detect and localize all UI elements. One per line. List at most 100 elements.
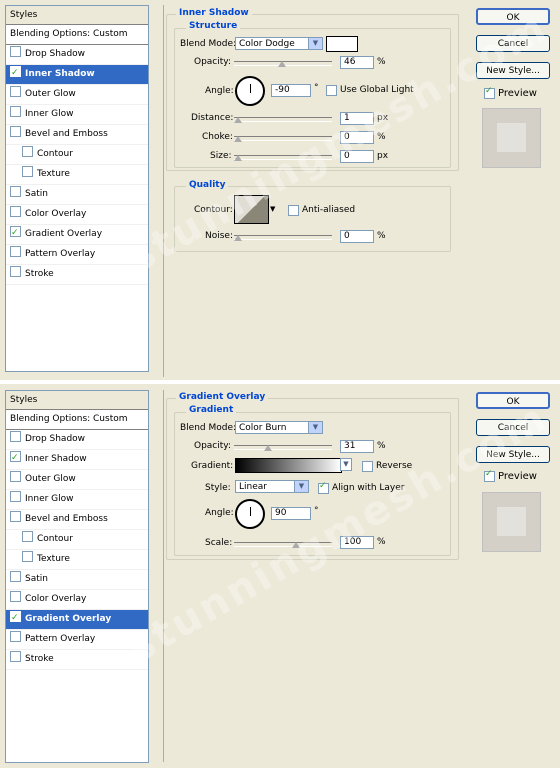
opacity-slider-thumb[interactable]	[278, 61, 286, 67]
size-field[interactable]: 0	[340, 150, 374, 163]
style-item-contour[interactable]: Contour	[6, 145, 148, 165]
style-item-stroke[interactable]: Stroke	[6, 265, 148, 285]
section-title: Gradient Overlay	[176, 392, 269, 402]
noise-slider-track[interactable]	[234, 235, 332, 240]
size-slider-thumb[interactable]	[234, 155, 242, 161]
style-item-gradient-overlay[interactable]: Gradient Overlay	[6, 224, 148, 245]
angle-field[interactable]: -90	[271, 84, 311, 97]
ok-button[interactable]: OK	[476, 392, 550, 409]
style-checkbox[interactable]	[10, 431, 21, 442]
style-checkbox[interactable]	[22, 146, 33, 157]
blend-mode-select[interactable]: Color Burn ▼	[235, 421, 323, 434]
style-checkbox[interactable]	[10, 571, 21, 582]
distance-field[interactable]: 1	[340, 112, 374, 125]
style-item-inner-shadow[interactable]: Inner Shadow	[6, 64, 148, 85]
style-checkbox[interactable]	[10, 106, 21, 117]
new-style-button[interactable]: New Style...	[476, 446, 550, 463]
contour-picker[interactable]	[234, 195, 269, 224]
angle-dial[interactable]	[235, 76, 265, 106]
style-checkbox[interactable]	[10, 186, 21, 197]
style-item-drop-shadow[interactable]: Drop Shadow	[6, 45, 148, 65]
chevron-down-icon[interactable]: ▼	[270, 205, 275, 213]
noise-slider-thumb[interactable]	[234, 235, 242, 241]
scale-slider-track[interactable]	[234, 542, 332, 547]
blending-options-item[interactable]: Blending Options: Custom	[6, 410, 148, 430]
shadow-color-swatch[interactable]	[326, 36, 358, 52]
style-checkbox[interactable]	[10, 86, 21, 97]
style-checkbox[interactable]	[10, 511, 21, 522]
style-item-texture[interactable]: Texture	[6, 550, 148, 570]
style-checkbox[interactable]	[10, 266, 21, 277]
style-checkbox[interactable]	[10, 591, 21, 602]
cancel-button[interactable]: Cancel	[476, 419, 550, 436]
style-item-texture[interactable]: Texture	[6, 165, 148, 185]
ok-button[interactable]: OK	[476, 8, 550, 25]
chevron-down-icon: ▼	[308, 422, 322, 433]
opacity-slider-thumb[interactable]	[264, 445, 272, 451]
opacity-slider-track[interactable]	[234, 445, 332, 450]
align-with-layer-checkbox[interactable]	[318, 481, 333, 496]
style-item-pattern-overlay[interactable]: Pattern Overlay	[6, 630, 148, 650]
style-item-label: Color Overlay	[25, 594, 87, 604]
style-item-outer-glow[interactable]: Outer Glow	[6, 85, 148, 105]
style-item-contour[interactable]: Contour	[6, 530, 148, 550]
style-item-bevel-and-emboss[interactable]: Bevel and Emboss	[6, 510, 148, 530]
blend-mode-select[interactable]: Color Dodge ▼	[235, 37, 323, 50]
style-item-drop-shadow[interactable]: Drop Shadow	[6, 430, 148, 450]
style-checkbox[interactable]	[10, 449, 21, 468]
style-checkbox[interactable]	[22, 531, 33, 542]
style-select[interactable]: Linear ▼	[235, 480, 309, 493]
style-checkbox[interactable]	[10, 471, 21, 482]
style-item-inner-glow[interactable]: Inner Glow	[6, 105, 148, 125]
style-checkbox[interactable]	[10, 609, 21, 628]
style-checkbox[interactable]	[10, 246, 21, 257]
size-slider-track[interactable]	[234, 155, 332, 160]
gradient-picker[interactable]	[235, 458, 342, 473]
style-item-bevel-and-emboss[interactable]: Bevel and Emboss	[6, 125, 148, 145]
style-item-pattern-overlay[interactable]: Pattern Overlay	[6, 245, 148, 265]
distance-slider-track[interactable]	[234, 117, 332, 122]
anti-aliased-checkbox[interactable]	[288, 205, 303, 218]
cancel-button[interactable]: Cancel	[476, 35, 550, 52]
preview-checkbox[interactable]	[484, 86, 499, 101]
style-checkbox[interactable]	[10, 651, 21, 662]
scale-field[interactable]: 100	[340, 536, 374, 549]
style-checkbox[interactable]	[10, 46, 21, 57]
choke-slider-thumb[interactable]	[234, 136, 242, 142]
reverse-checkbox[interactable]	[362, 461, 377, 474]
style-item-gradient-overlay[interactable]: Gradient Overlay	[6, 609, 148, 630]
global-light-checkbox[interactable]	[326, 85, 341, 98]
choke-slider-track[interactable]	[234, 136, 332, 141]
noise-field[interactable]: 0	[340, 230, 374, 243]
angle-field[interactable]: 90	[271, 507, 311, 520]
style-checkbox[interactable]	[22, 551, 33, 562]
style-checkbox[interactable]	[10, 491, 21, 502]
style-checkbox[interactable]	[10, 126, 21, 137]
style-checkbox[interactable]	[22, 166, 33, 177]
angle-dial[interactable]	[235, 499, 265, 529]
style-item-label: Stroke	[25, 269, 54, 279]
distance-slider-thumb[interactable]	[234, 117, 242, 123]
style-item-outer-glow[interactable]: Outer Glow	[6, 470, 148, 490]
new-style-button[interactable]: New Style...	[476, 62, 550, 79]
style-checkbox[interactable]	[10, 206, 21, 217]
gradient-dropdown[interactable]: ▼	[340, 458, 352, 471]
opacity-field[interactable]: 46	[340, 56, 374, 69]
blending-options-item[interactable]: Blending Options: Custom	[6, 25, 148, 45]
style-item-stroke[interactable]: Stroke	[6, 650, 148, 670]
preview-checkbox[interactable]	[484, 469, 499, 484]
opacity-field[interactable]: 31	[340, 440, 374, 453]
scale-slider-thumb[interactable]	[292, 542, 300, 548]
style-item-satin[interactable]: Satin	[6, 570, 148, 590]
style-item-label: Inner Glow	[25, 494, 74, 504]
style-checkbox[interactable]	[10, 631, 21, 642]
choke-field[interactable]: 0	[340, 131, 374, 144]
preview-thumbnail	[482, 492, 541, 552]
style-item-satin[interactable]: Satin	[6, 185, 148, 205]
style-item-color-overlay[interactable]: Color Overlay	[6, 590, 148, 610]
style-checkbox[interactable]	[10, 64, 21, 83]
style-item-color-overlay[interactable]: Color Overlay	[6, 205, 148, 225]
style-checkbox[interactable]	[10, 224, 21, 243]
style-item-inner-shadow[interactable]: Inner Shadow	[6, 449, 148, 470]
style-item-inner-glow[interactable]: Inner Glow	[6, 490, 148, 510]
